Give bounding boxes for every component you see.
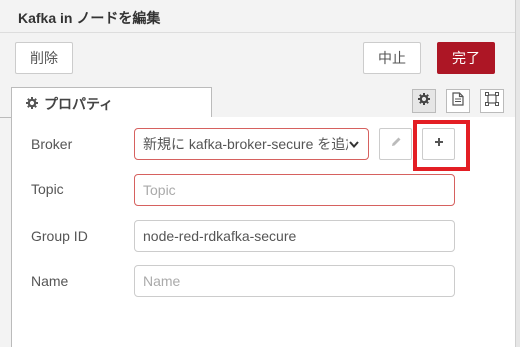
tab-bar: プロパティ [0, 86, 515, 119]
frame-icon [485, 91, 499, 111]
broker-select-value: 新規に kafka-broker-secure を追加... [143, 136, 348, 152]
name-input[interactable]: Name [134, 265, 455, 297]
tray-title: Kafka in ノードを編集 [18, 10, 161, 26]
tab-properties-label: プロパティ [44, 95, 114, 112]
gear-icon [418, 92, 430, 110]
settings-tab-button[interactable] [412, 89, 436, 113]
group-id-label: Group ID [31, 228, 88, 244]
cancel-button[interactable]: 中止 [363, 42, 421, 74]
description-tab-button[interactable] [446, 89, 470, 113]
sidebar-edge [515, 0, 520, 347]
broker-select[interactable]: 新規に kafka-broker-secure を追加... [134, 128, 369, 160]
highlight-box [413, 120, 470, 171]
file-icon [452, 91, 464, 111]
gear-icon [26, 96, 38, 112]
chevron-down-icon [348, 137, 360, 153]
group-id-value: node-red-rdkafka-secure [143, 228, 297, 244]
pencil-icon [390, 135, 402, 153]
topic-input[interactable]: Topic [134, 174, 455, 206]
name-placeholder: Name [143, 273, 181, 289]
tray-header: Kafka in ノードを編集 [0, 0, 515, 33]
delete-button[interactable]: 削除 [15, 42, 73, 74]
topic-label: Topic [31, 181, 64, 197]
broker-label: Broker [31, 136, 73, 152]
edit-broker-button[interactable] [379, 128, 412, 160]
topic-placeholder: Topic [143, 182, 176, 198]
tray-toolbar: 削除 中止 完了 [0, 33, 515, 83]
done-button[interactable]: 完了 [437, 42, 495, 74]
group-id-input[interactable]: node-red-rdkafka-secure [134, 220, 455, 252]
appearance-tab-button[interactable] [480, 89, 504, 113]
tab-properties[interactable]: プロパティ [11, 87, 212, 119]
edit-tray: Kafka in ノードを編集 削除 中止 完了 プロパティ Broker 新規… [0, 0, 515, 347]
name-label: Name [31, 273, 69, 289]
